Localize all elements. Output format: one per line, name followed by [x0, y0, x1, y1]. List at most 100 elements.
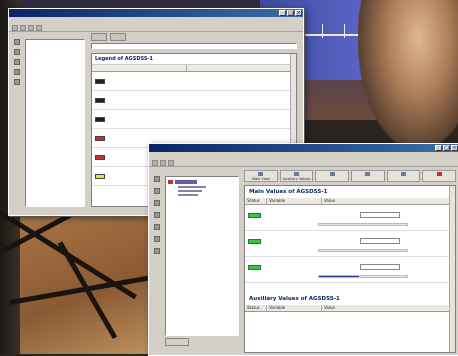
value-bar-track — [318, 223, 408, 226]
sidebar-tool-icon[interactable] — [154, 176, 160, 182]
maximize-button[interactable]: □ — [443, 145, 450, 151]
auxiliary-values-title: Auxiliary Values of AGSDSS-1 — [249, 296, 340, 302]
column-header[interactable] — [92, 65, 187, 71]
sidebar-tool-icon[interactable] — [154, 200, 160, 206]
legend-color-swatch — [95, 97, 105, 103]
ribbon-label: Main View — [251, 177, 270, 181]
legend-color-swatch — [95, 135, 105, 141]
values-window-sidebar — [151, 176, 163, 346]
legend-window-sidebar — [11, 39, 23, 207]
view-icon — [258, 172, 264, 176]
chart-icon — [329, 172, 335, 176]
value-bar-track — [318, 249, 408, 252]
sidebar-tool-icon[interactable] — [154, 236, 160, 242]
toolbar-back-icon[interactable] — [152, 160, 158, 166]
value-field[interactable] — [360, 238, 400, 244]
legend-window-menubar — [9, 17, 303, 24]
main-value-row[interactable] — [245, 257, 455, 283]
chart-icon — [401, 172, 407, 176]
toolbar-forward-icon[interactable] — [160, 160, 166, 166]
background-tick — [322, 24, 323, 38]
address-field[interactable] — [91, 43, 297, 49]
sidebar-tool-icon[interactable] — [14, 69, 20, 75]
legend-row[interactable] — [92, 91, 296, 110]
tree-node-root[interactable] — [168, 180, 236, 184]
legend-panel-title: Legend of AGSDSS-1 — [92, 54, 296, 65]
values-scrollbar[interactable] — [449, 186, 455, 352]
legend-row[interactable] — [92, 110, 296, 129]
view-ribbon: Main View Auxiliary Values — [243, 169, 457, 183]
legend-window-titlebar[interactable]: _ □ × — [9, 9, 303, 17]
ribbon-button-4[interactable] — [351, 170, 385, 182]
sidebar-tool-icon[interactable] — [154, 224, 160, 230]
tree-container — [166, 177, 238, 201]
tab-1[interactable] — [91, 33, 107, 41]
sidebar-tool-icon[interactable] — [154, 188, 160, 194]
chart-icon — [365, 172, 371, 176]
tree-root-icon — [168, 180, 173, 184]
sidebar-tool-icon[interactable] — [154, 212, 160, 218]
tree-node-child[interactable] — [178, 194, 198, 196]
ribbon-button-5[interactable] — [386, 170, 421, 182]
main-values-title: Main Values of AGSDSS-1 — [249, 189, 328, 195]
tree-tab[interactable] — [165, 338, 189, 346]
toolbar-home-icon[interactable] — [28, 25, 34, 31]
values-window-titlebar[interactable]: _ □ × — [149, 144, 458, 152]
column-header[interactable]: Variable — [267, 305, 322, 311]
sidebar-tool-icon[interactable] — [14, 49, 20, 55]
toolbar-back-icon[interactable] — [12, 25, 18, 31]
minimize-button[interactable]: _ — [435, 145, 442, 151]
sidebar-tool-icon[interactable] — [14, 59, 20, 65]
alarm-icon — [436, 172, 442, 176]
tree-node-child[interactable] — [178, 186, 206, 188]
column-header[interactable]: Value — [322, 198, 455, 204]
sidebar-tool-icon[interactable] — [14, 79, 20, 85]
tree-node-child[interactable] — [178, 190, 202, 192]
legend-color-swatch — [95, 78, 105, 84]
close-button[interactable]: × — [295, 10, 302, 16]
background-person — [358, 0, 458, 150]
ribbon-button-main-view[interactable]: Main View — [244, 170, 278, 182]
column-header[interactable]: Status — [245, 305, 267, 311]
column-header[interactable] — [187, 65, 296, 71]
toolbar-refresh-icon[interactable] — [168, 160, 174, 166]
legend-row[interactable] — [92, 72, 296, 91]
main-value-row[interactable] — [245, 205, 455, 231]
ribbon-button-alarm[interactable] — [422, 170, 457, 182]
column-header[interactable]: Status — [245, 198, 267, 204]
status-indicator — [248, 213, 261, 218]
toolbar-print-icon[interactable] — [36, 25, 42, 31]
value-field[interactable] — [360, 264, 400, 270]
values-window-menubar — [149, 152, 458, 159]
value-bar-fill — [319, 276, 359, 277]
sidebar-tool-icon[interactable] — [154, 248, 160, 254]
main-values-rows — [245, 205, 455, 283]
values-main-area: Main View Auxiliary Values Main Values o… — [243, 169, 457, 354]
ribbon-button-auxiliary-values[interactable]: Auxiliary Values — [279, 170, 314, 182]
maximize-button[interactable]: □ — [287, 10, 294, 16]
legend-tabs — [89, 31, 299, 43]
tab-2[interactable] — [110, 33, 126, 41]
column-header[interactable]: Value — [322, 305, 455, 311]
legend-tree-view[interactable] — [25, 39, 85, 207]
ribbon-button-3[interactable] — [315, 170, 350, 182]
values-panel: Main Values of AGSDSS-1 Status Variable … — [244, 185, 456, 353]
column-header[interactable]: Variable — [267, 198, 322, 204]
minimize-button[interactable]: _ — [279, 10, 286, 16]
auxiliary-values-column-header: Status Variable Value — [245, 305, 455, 312]
main-values-column-header: Status Variable Value — [245, 198, 455, 205]
values-window: _ □ × Main View Auxiliary Values Main Va… — [148, 143, 458, 356]
ribbon-label: Auxiliary Values — [282, 177, 311, 181]
status-indicator — [248, 265, 261, 270]
main-value-row[interactable] — [245, 231, 455, 257]
sidebar-tool-icon[interactable] — [14, 39, 20, 45]
values-icon — [294, 172, 299, 176]
tree-node-selected[interactable] — [175, 180, 197, 184]
values-tree-view[interactable] — [165, 176, 239, 336]
status-indicator — [248, 239, 261, 244]
legend-color-swatch — [95, 116, 105, 122]
background-tick — [344, 24, 345, 38]
toolbar-forward-icon[interactable] — [20, 25, 26, 31]
value-field[interactable] — [360, 212, 400, 218]
close-button[interactable]: × — [451, 145, 458, 151]
